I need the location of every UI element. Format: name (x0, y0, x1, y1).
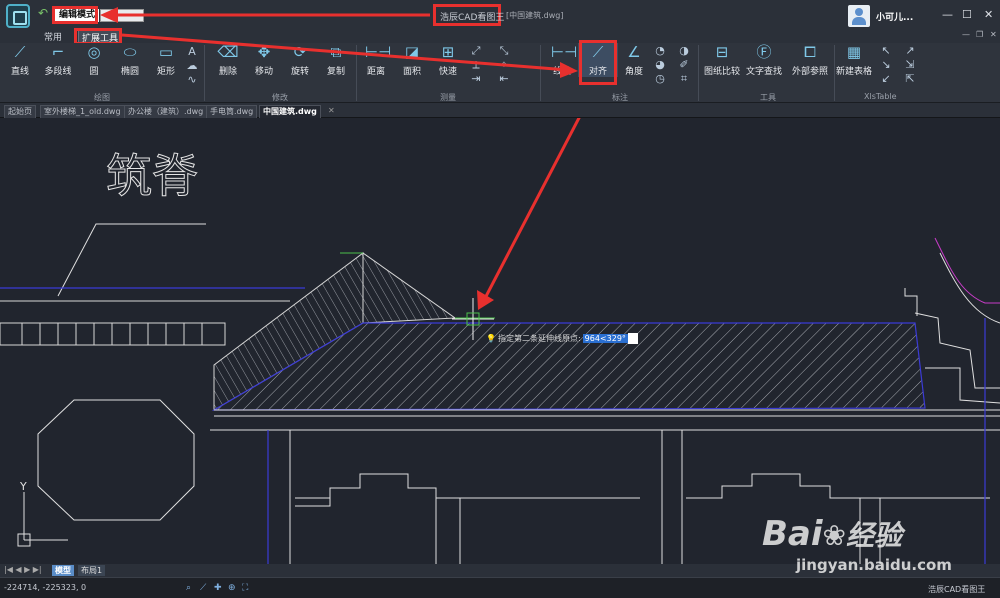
magenta-curve (934, 237, 1000, 304)
drawing-canvas[interactable]: 筑脊 Y 💡 指定第二条延伸线原点: 964<329° (0, 115, 1000, 564)
zoom-icon[interactable]: ⌕ (186, 583, 196, 593)
fullscreen-icon[interactable]: ⛶ (242, 583, 252, 593)
annotation-arrowhead (477, 290, 494, 310)
ortho-icon[interactable]: ⊕ (228, 583, 238, 593)
leader-line (57, 223, 206, 297)
grid-icon[interactable]: ✚ (214, 583, 224, 593)
snap-icon[interactable]: ⟋ (200, 583, 210, 593)
status-bar: -224714, -225323, 0 ⌕ ⟋ ✚ ⊕ ⛶ 浩辰CAD看图王 (0, 577, 1000, 598)
detail-line (904, 288, 918, 316)
status-brand: 浩辰CAD看图王 (928, 585, 986, 594)
arrowhead (100, 7, 118, 23)
roof-ridge-hatch (362, 252, 457, 324)
annotation-overlay (100, 7, 578, 78)
prompt-cursor-box (627, 333, 638, 344)
prompt-input[interactable]: 964<329° (582, 334, 628, 343)
command-prompt: 💡 指定第二条延伸线原点: 964<329° (486, 333, 638, 345)
annotation-arrow (480, 115, 582, 305)
watermark-logo: Bai❀经验 (762, 514, 902, 554)
watermark-url: jingyan.baidu.com (796, 556, 952, 574)
roof-curve (939, 252, 1000, 324)
bracket-outline (295, 473, 640, 499)
arrowhead (560, 62, 578, 78)
prompt-text: 指定第二条延伸线原点: (497, 334, 581, 343)
arrow-to-aligned (121, 33, 569, 72)
coordinate-readout: -224714, -225323, 0 (4, 583, 87, 592)
ornament-outline (914, 312, 1000, 389)
bulb-icon: 💡 (486, 334, 496, 343)
octagon-window (37, 399, 195, 521)
layout-nav-icons[interactable]: |◀ ◀ ▶ ▶| (4, 565, 42, 574)
tab-layout1[interactable]: 布局1 (78, 565, 106, 576)
arrow-shadow (122, 35, 567, 73)
ornament-outline (925, 367, 1000, 404)
railing-posts (21, 323, 203, 345)
paw-icon: ❀ (822, 519, 846, 552)
canvas-title-text: 筑脊 (106, 149, 198, 203)
ucs-y-label: Y (19, 480, 27, 493)
bracket-outline (686, 473, 990, 499)
tab-model[interactable]: 模型 (52, 565, 74, 576)
